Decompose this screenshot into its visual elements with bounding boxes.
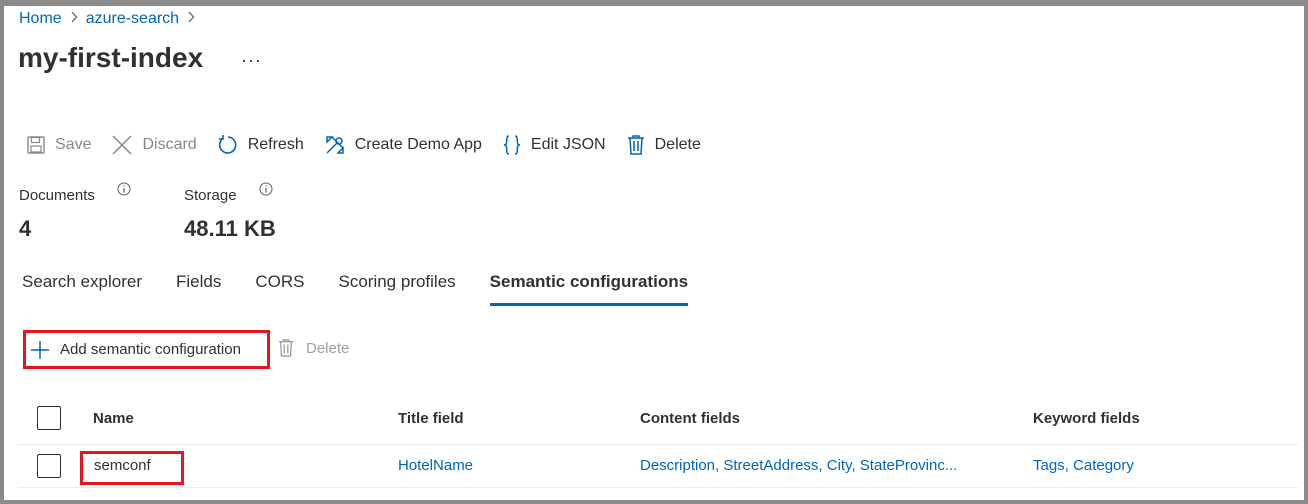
documents-label: Documents <box>19 187 95 204</box>
refresh-label: Refresh <box>247 136 304 153</box>
row-title-field[interactable]: HotelName <box>398 457 473 474</box>
close-icon <box>112 135 132 155</box>
add-semantic-configuration-button[interactable]: Add semantic configuration <box>23 330 270 369</box>
row-name[interactable]: semconf <box>94 457 151 474</box>
edit-json-button[interactable]: Edit JSON <box>502 134 606 156</box>
row-content-fields[interactable]: Description, StreetAddress, City, StateP… <box>640 457 957 474</box>
trash-icon <box>278 339 294 357</box>
chevron-right-icon <box>187 10 195 28</box>
refresh-button[interactable]: Refresh <box>217 134 304 156</box>
breadcrumb: Home azure-search <box>19 10 203 28</box>
row-keyword-fields[interactable]: Tags, Category <box>1033 457 1134 474</box>
index-tabs: Search explorer Fields CORS Scoring prof… <box>22 272 722 306</box>
trash-icon <box>627 135 644 155</box>
braces-icon <box>503 135 520 155</box>
info-icon[interactable] <box>259 182 273 200</box>
table-header: Name Title field Content fields Keyword … <box>18 398 1298 445</box>
documents-value: 4 <box>19 216 32 241</box>
discard-button[interactable]: Discard <box>111 134 197 156</box>
column-header-title-field[interactable]: Title field <box>398 410 464 427</box>
save-icon <box>27 136 45 154</box>
index-toolbar: Save Discard Refresh Create Demo App Edi… <box>26 134 721 156</box>
storage-value: 48.11 KB <box>184 216 276 241</box>
save-button[interactable]: Save <box>26 135 91 155</box>
documents-stat: Documents <box>19 182 131 204</box>
delete-semantic-configuration-label: Delete <box>306 339 350 357</box>
tab-search-explorer[interactable]: Search explorer <box>22 272 142 306</box>
more-options-icon[interactable]: ··· <box>241 50 262 71</box>
tab-cors[interactable]: CORS <box>255 272 304 306</box>
breadcrumb-home-link[interactable]: Home <box>19 10 62 28</box>
create-demo-app-button[interactable]: Create Demo App <box>324 134 482 156</box>
plus-icon <box>31 340 49 359</box>
save-label: Save <box>55 136 92 153</box>
breadcrumb-azure-search-link[interactable]: azure-search <box>86 10 179 28</box>
add-semantic-configuration-label: Add semantic configuration <box>60 341 241 358</box>
edit-json-label: Edit JSON <box>530 136 606 153</box>
select-all-checkbox[interactable] <box>37 406 61 430</box>
delete-index-button[interactable]: Delete <box>626 134 701 156</box>
discard-label: Discard <box>142 136 197 153</box>
page-title: my-first-index <box>18 42 204 73</box>
column-header-content-fields[interactable]: Content fields <box>640 410 740 427</box>
storage-label: Storage <box>184 187 237 204</box>
delete-semantic-configuration-button[interactable]: Delete <box>277 338 349 358</box>
delete-index-label: Delete <box>654 136 701 153</box>
refresh-icon <box>218 135 237 154</box>
storage-stat: Storage <box>184 182 273 204</box>
row-select-checkbox[interactable] <box>37 454 61 478</box>
tab-scoring-profiles[interactable]: Scoring profiles <box>339 272 456 306</box>
column-header-name[interactable]: Name <box>93 410 134 427</box>
create-demo-app-label: Create Demo App <box>354 136 482 153</box>
info-icon[interactable] <box>117 182 131 200</box>
tools-icon <box>325 136 344 154</box>
tab-fields[interactable]: Fields <box>176 272 221 306</box>
column-header-keyword-fields[interactable]: Keyword fields <box>1033 410 1140 427</box>
tab-semantic-configurations[interactable]: Semantic configurations <box>489 272 689 306</box>
chevron-right-icon <box>70 10 78 28</box>
table-row[interactable]: semconf HotelName Description, StreetAdd… <box>18 445 1298 488</box>
